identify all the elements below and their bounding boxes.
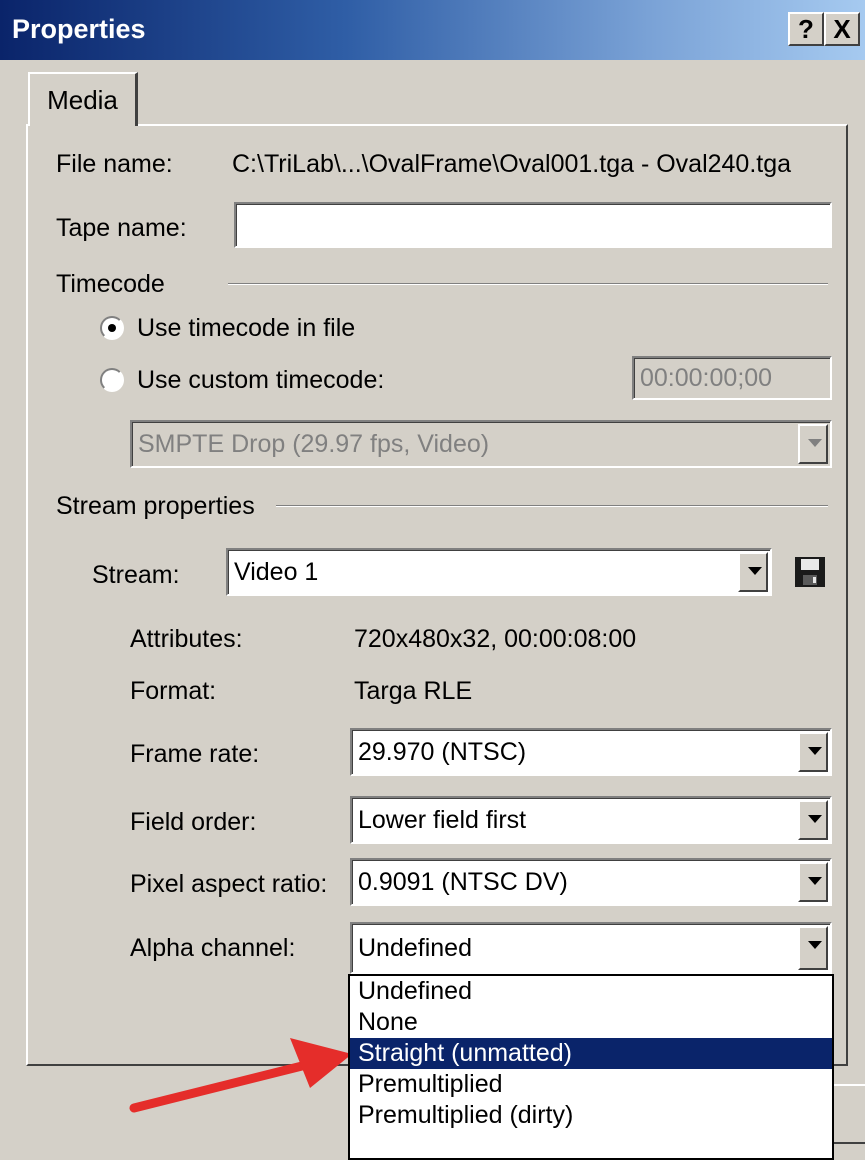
frame-rate-select[interactable]: 29.970 (NTSC): [350, 728, 832, 776]
stream-value: Video 1: [234, 558, 319, 586]
stream-select[interactable]: Video 1: [226, 548, 772, 596]
red-arrow-annotation: [129, 1038, 352, 1113]
option-premultiplied[interactable]: Premultiplied: [350, 1069, 832, 1100]
pixel-aspect-ratio-label: Pixel aspect ratio:: [130, 870, 328, 898]
alpha-channel-value: Undefined: [358, 934, 472, 962]
field-order-label: Field order:: [130, 808, 257, 836]
radio-use-timecode-in-file[interactable]: [100, 316, 124, 340]
pixel-aspect-ratio-value: 0.9091 (NTSC DV): [358, 868, 568, 896]
pixel-aspect-ratio-select[interactable]: 0.9091 (NTSC DV): [350, 858, 832, 906]
chevron-down-icon[interactable]: [798, 424, 828, 464]
alpha-channel-options: Undefined None Straight (unmatted) Premu…: [348, 974, 834, 1160]
alpha-channel-select[interactable]: Undefined: [350, 922, 832, 974]
chevron-down-icon[interactable]: [798, 800, 828, 840]
frame-rate-label: Frame rate:: [130, 740, 260, 768]
chevron-down-icon[interactable]: [798, 862, 828, 902]
timecode-divider: [228, 283, 828, 285]
custom-timecode-input[interactable]: 00:00:00;00: [632, 356, 832, 400]
tape-name-input[interactable]: [234, 202, 832, 248]
use-timecode-in-file-label[interactable]: Use timecode in file: [137, 314, 355, 343]
file-name-label: File name:: [56, 150, 173, 178]
option-straight-unmatted[interactable]: Straight (unmatted): [350, 1038, 832, 1069]
title-bar: Properties ? X: [0, 0, 865, 62]
dialog-button[interactable]: [830, 1084, 865, 1144]
attributes-label: Attributes:: [130, 625, 243, 653]
option-premultiplied-dirty[interactable]: Premultiplied (dirty): [350, 1100, 832, 1131]
field-order-value: Lower field first: [358, 806, 527, 834]
option-none[interactable]: None: [350, 1007, 832, 1038]
timecode-heading: Timecode: [56, 270, 165, 298]
timecode-format-select[interactable]: SMPTE Drop (29.97 fps, Video): [130, 420, 832, 468]
format-value: Targa RLE: [354, 677, 473, 705]
stream-label: Stream:: [92, 561, 180, 589]
file-name-value: C:\TriLab\...\OvalFrame\Oval001.tga - Ov…: [232, 150, 792, 178]
chevron-down-icon[interactable]: [798, 926, 828, 970]
frame-rate-value: 29.970 (NTSC): [358, 738, 527, 766]
option-undefined[interactable]: Undefined: [350, 976, 832, 1007]
save-icon[interactable]: [794, 556, 826, 588]
field-order-select[interactable]: Lower field first: [350, 796, 832, 844]
tape-name-label: Tape name:: [56, 214, 187, 242]
help-button[interactable]: ?: [788, 12, 824, 46]
timecode-format-value: SMPTE Drop (29.97 fps, Video): [138, 430, 490, 458]
attributes-value: 720x480x32, 00:00:08:00: [354, 625, 637, 653]
window-title: Properties: [12, 14, 146, 44]
format-label: Format:: [130, 677, 217, 705]
stream-properties-divider: [276, 505, 828, 507]
chevron-down-icon[interactable]: [798, 732, 828, 772]
stream-properties-heading: Stream properties: [56, 492, 255, 520]
close-button[interactable]: X: [824, 12, 860, 46]
use-custom-timecode-label[interactable]: Use custom timecode:: [137, 366, 384, 395]
tab-media[interactable]: Media: [28, 72, 138, 126]
radio-use-custom-timecode[interactable]: [100, 368, 124, 392]
chevron-down-icon[interactable]: [738, 552, 768, 592]
alpha-channel-label: Alpha channel:: [130, 934, 296, 962]
